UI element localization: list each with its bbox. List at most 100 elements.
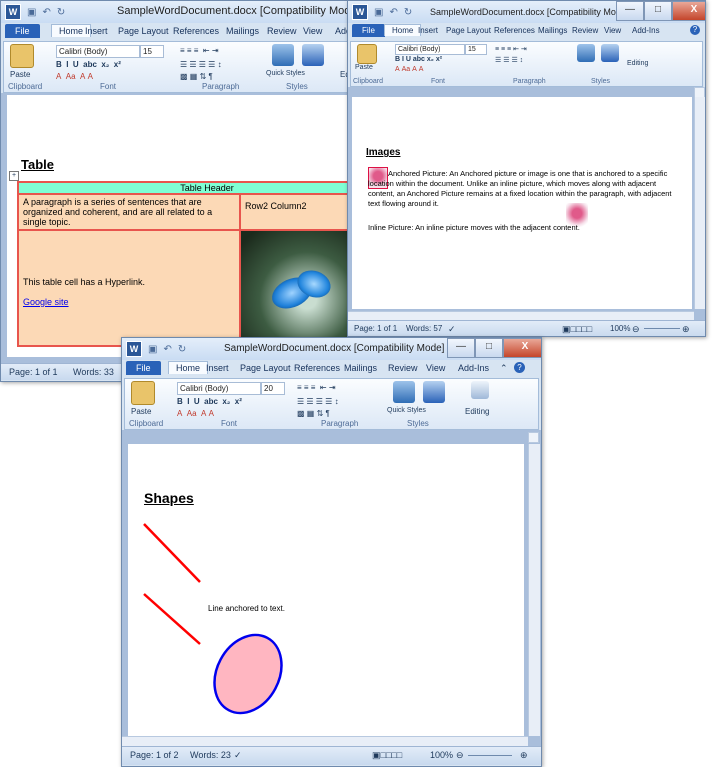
word-app-icon[interactable]: W bbox=[126, 341, 142, 357]
quick-styles-icon[interactable] bbox=[393, 381, 415, 403]
redo-icon[interactable]: ↻ bbox=[57, 7, 65, 18]
quick-styles-button[interactable]: Quick Styles bbox=[387, 407, 426, 414]
find-icon[interactable] bbox=[471, 381, 489, 399]
view-buttons[interactable]: ▣□□□□ bbox=[562, 324, 592, 335]
font-size-combo[interactable]: 15 bbox=[140, 45, 164, 58]
help-icon[interactable]: ? bbox=[514, 362, 525, 373]
align-buttons[interactable]: ☰ ☰ ☰ ☰ ↕ bbox=[180, 60, 222, 69]
word-app-icon[interactable]: W bbox=[352, 4, 368, 20]
table-move-handle-icon[interactable]: + bbox=[9, 171, 19, 181]
change-styles-icon[interactable] bbox=[423, 381, 445, 403]
status-words[interactable]: Words: 23 bbox=[190, 750, 231, 760]
horizontal-scrollbar[interactable] bbox=[122, 736, 528, 746]
tab-mailings[interactable]: Mailings bbox=[344, 363, 377, 373]
zoom-in-icon[interactable]: ⊕ bbox=[520, 750, 528, 761]
change-styles-icon[interactable] bbox=[302, 44, 324, 66]
red-line-anchored-shape[interactable] bbox=[143, 593, 201, 645]
tab-page-layout[interactable]: Page Layout bbox=[118, 26, 169, 36]
paste-icon[interactable] bbox=[10, 44, 34, 68]
title-bar[interactable]: W ▣ ↶ ↻ SampleWordDocument.docx [Compati… bbox=[122, 338, 541, 360]
font-format-buttons[interactable]: B I U abc x₂ x² bbox=[177, 397, 242, 406]
paragraph-buttons[interactable]: ≡ ≡ ≡ ⇤ ⇥ bbox=[495, 45, 527, 53]
zoom-out-icon[interactable]: ⊖ bbox=[632, 324, 640, 335]
tab-references[interactable]: References bbox=[173, 26, 219, 36]
zoom-slider[interactable] bbox=[644, 328, 680, 329]
quick-styles-icon[interactable] bbox=[577, 44, 595, 62]
tab-review[interactable]: Review bbox=[572, 26, 598, 35]
tab-home[interactable]: Home bbox=[168, 361, 209, 374]
maximize-button[interactable]: □ bbox=[644, 1, 672, 21]
save-icon[interactable]: ▣ bbox=[374, 7, 383, 18]
status-page[interactable]: Page: 1 of 1 bbox=[9, 367, 58, 377]
save-icon[interactable]: ▣ bbox=[27, 7, 36, 18]
tab-insert[interactable]: Insert bbox=[206, 363, 229, 373]
zoom-level[interactable]: 100% bbox=[430, 750, 453, 760]
paragraph-buttons[interactable]: ≡ ≡ ≡ ⇤ ⇥ bbox=[297, 383, 336, 392]
tab-view[interactable]: View bbox=[604, 26, 621, 35]
tab-page-layout[interactable]: Page Layout bbox=[446, 26, 491, 35]
tab-add-ins[interactable]: Add-Ins bbox=[458, 363, 489, 373]
tab-mailings[interactable]: Mailings bbox=[226, 26, 259, 36]
word-app-icon[interactable]: W bbox=[5, 4, 21, 20]
view-buttons[interactable]: ▣□□□□ bbox=[372, 750, 402, 761]
tab-file[interactable]: File bbox=[126, 361, 161, 375]
zoom-slider[interactable] bbox=[468, 755, 512, 756]
proofing-icon[interactable]: ✓ bbox=[448, 324, 456, 335]
font-name-combo[interactable]: Calibri (Body) bbox=[395, 44, 465, 55]
change-styles-icon[interactable] bbox=[601, 44, 619, 62]
tab-insert[interactable]: Insert bbox=[418, 26, 438, 35]
minimize-button[interactable]: — bbox=[447, 338, 475, 358]
proofing-icon[interactable]: ✓ bbox=[234, 750, 242, 761]
shading-buttons[interactable]: ▩ ▦ ⇅ ¶ bbox=[180, 72, 213, 81]
red-line-shape[interactable] bbox=[143, 523, 201, 583]
font-color-buttons[interactable]: A Aa A A bbox=[56, 72, 93, 81]
close-button[interactable]: X bbox=[672, 1, 705, 21]
paste-button[interactable]: Paste bbox=[131, 407, 151, 416]
paragraph-buttons[interactable]: ≡ ≡ ≡ ⇤ ⇥ bbox=[180, 46, 219, 55]
font-format-buttons[interactable]: B I U abc x₂ x² bbox=[56, 60, 121, 69]
quick-styles-icon[interactable] bbox=[272, 44, 294, 66]
status-words[interactable]: Words: 33 bbox=[73, 367, 114, 377]
font-size-combo[interactable]: 20 bbox=[261, 382, 285, 395]
title-bar[interactable]: W ▣ ↶ ↻ SampleWordDocument.docx [Compati… bbox=[1, 1, 399, 23]
font-color-buttons[interactable]: A Aa A A bbox=[395, 66, 423, 73]
vertical-scrollbar[interactable] bbox=[694, 97, 705, 309]
tab-view[interactable]: View bbox=[426, 363, 445, 373]
font-name-combo[interactable]: Calibri (Body) bbox=[56, 45, 140, 58]
maximize-button[interactable]: □ bbox=[475, 338, 503, 358]
zoom-level[interactable]: 100% bbox=[610, 324, 630, 333]
tab-view[interactable]: View bbox=[303, 26, 322, 36]
status-words[interactable]: Words: 57 bbox=[406, 324, 442, 333]
redo-icon[interactable]: ↻ bbox=[178, 344, 186, 355]
editing-button[interactable]: Editing bbox=[465, 407, 489, 416]
undo-icon[interactable]: ↶ bbox=[163, 344, 171, 355]
align-buttons[interactable]: ☰ ☰ ☰ ↕ bbox=[495, 56, 523, 64]
save-icon[interactable]: ▣ bbox=[148, 344, 157, 355]
shading-buttons[interactable]: ▩ ▦ ⇅ ¶ bbox=[297, 409, 330, 418]
tab-review[interactable]: Review bbox=[267, 26, 297, 36]
status-page[interactable]: Page: 1 of 1 bbox=[354, 324, 397, 333]
tab-file[interactable]: File bbox=[5, 24, 40, 38]
tab-references[interactable]: References bbox=[294, 363, 340, 373]
tab-add-ins[interactable]: Add-Ins bbox=[632, 26, 660, 35]
paste-button[interactable]: Paste bbox=[10, 70, 30, 79]
quick-styles-button[interactable]: Quick Styles bbox=[266, 70, 305, 77]
vertical-scrollbar[interactable] bbox=[528, 444, 540, 736]
zoom-out-icon[interactable]: ⊖ bbox=[456, 750, 464, 761]
tab-insert[interactable]: Insert bbox=[85, 26, 108, 36]
title-bar[interactable]: W ▣ ↶ ↻ SampleWordDocument.docx [Compati… bbox=[348, 1, 705, 23]
paste-icon[interactable] bbox=[357, 44, 377, 64]
paste-icon[interactable] bbox=[131, 381, 155, 405]
tab-page-layout[interactable]: Page Layout bbox=[240, 363, 291, 373]
vertical-ruler-toggle[interactable] bbox=[528, 432, 539, 443]
redo-icon[interactable]: ↻ bbox=[404, 7, 412, 18]
zoom-in-icon[interactable]: ⊕ bbox=[682, 324, 690, 335]
status-page[interactable]: Page: 1 of 2 bbox=[130, 750, 179, 760]
tab-review[interactable]: Review bbox=[388, 363, 418, 373]
ellipse-shape[interactable] bbox=[201, 623, 294, 725]
undo-icon[interactable]: ↶ bbox=[389, 7, 397, 18]
minimize-ribbon-icon[interactable]: ⌃ bbox=[500, 363, 508, 374]
close-button[interactable]: X bbox=[503, 338, 541, 358]
font-size-combo[interactable]: 15 bbox=[465, 44, 487, 55]
help-icon[interactable]: ? bbox=[690, 25, 700, 35]
